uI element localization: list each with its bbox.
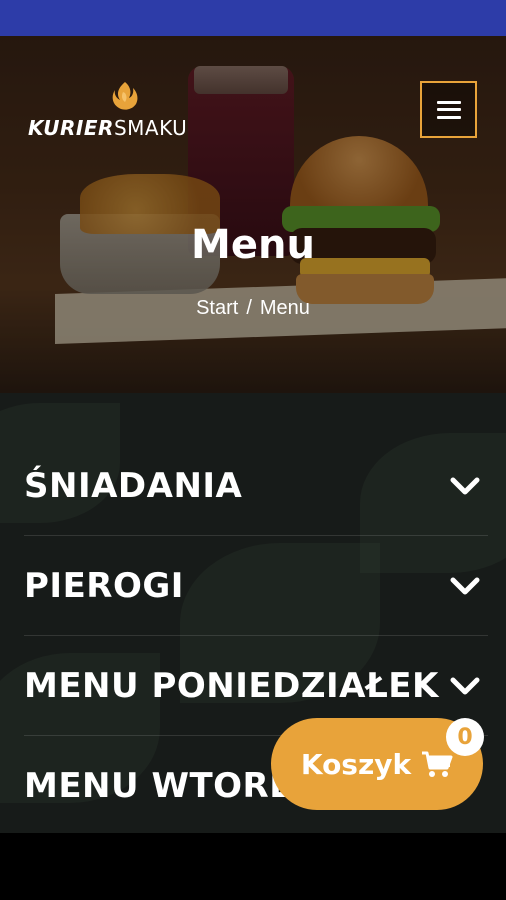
- breadcrumb: Start / Menu: [0, 297, 506, 320]
- category-label: ŚNIADANIA: [24, 465, 243, 506]
- category-label: PIEROGI: [24, 565, 184, 606]
- logo-light-text: SMAKU: [113, 116, 188, 140]
- category-item-sniadania[interactable]: ŚNIADANIA: [24, 436, 488, 536]
- category-item-pierogi[interactable]: PIEROGI: [24, 536, 488, 636]
- logo-wordmark: KURIERSMAKU: [28, 116, 187, 140]
- breadcrumb-home-link[interactable]: Start: [196, 297, 238, 319]
- chevron-down-icon[interactable]: [448, 569, 482, 603]
- navigation-bar: [0, 833, 506, 900]
- cart-label: Koszyk: [300, 747, 412, 781]
- hamburger-icon: [436, 100, 461, 119]
- chevron-down-icon[interactable]: [448, 469, 482, 503]
- breadcrumb-current: Menu: [259, 297, 310, 319]
- status-bar: [0, 0, 506, 36]
- cart-count-badge: 0: [446, 718, 484, 756]
- breadcrumb-separator: /: [246, 297, 252, 319]
- flame-icon: [112, 82, 138, 110]
- chevron-down-icon[interactable]: [448, 669, 482, 703]
- category-label: MENU PONIEDZIAŁEK: [24, 665, 439, 706]
- logo[interactable]: KURIERSMAKU: [28, 80, 228, 140]
- menu-toggle-button[interactable]: [420, 81, 477, 138]
- logo-bold-text: KURIER: [28, 116, 114, 140]
- page-title: Menu: [191, 222, 315, 268]
- cart-icon: [422, 751, 453, 777]
